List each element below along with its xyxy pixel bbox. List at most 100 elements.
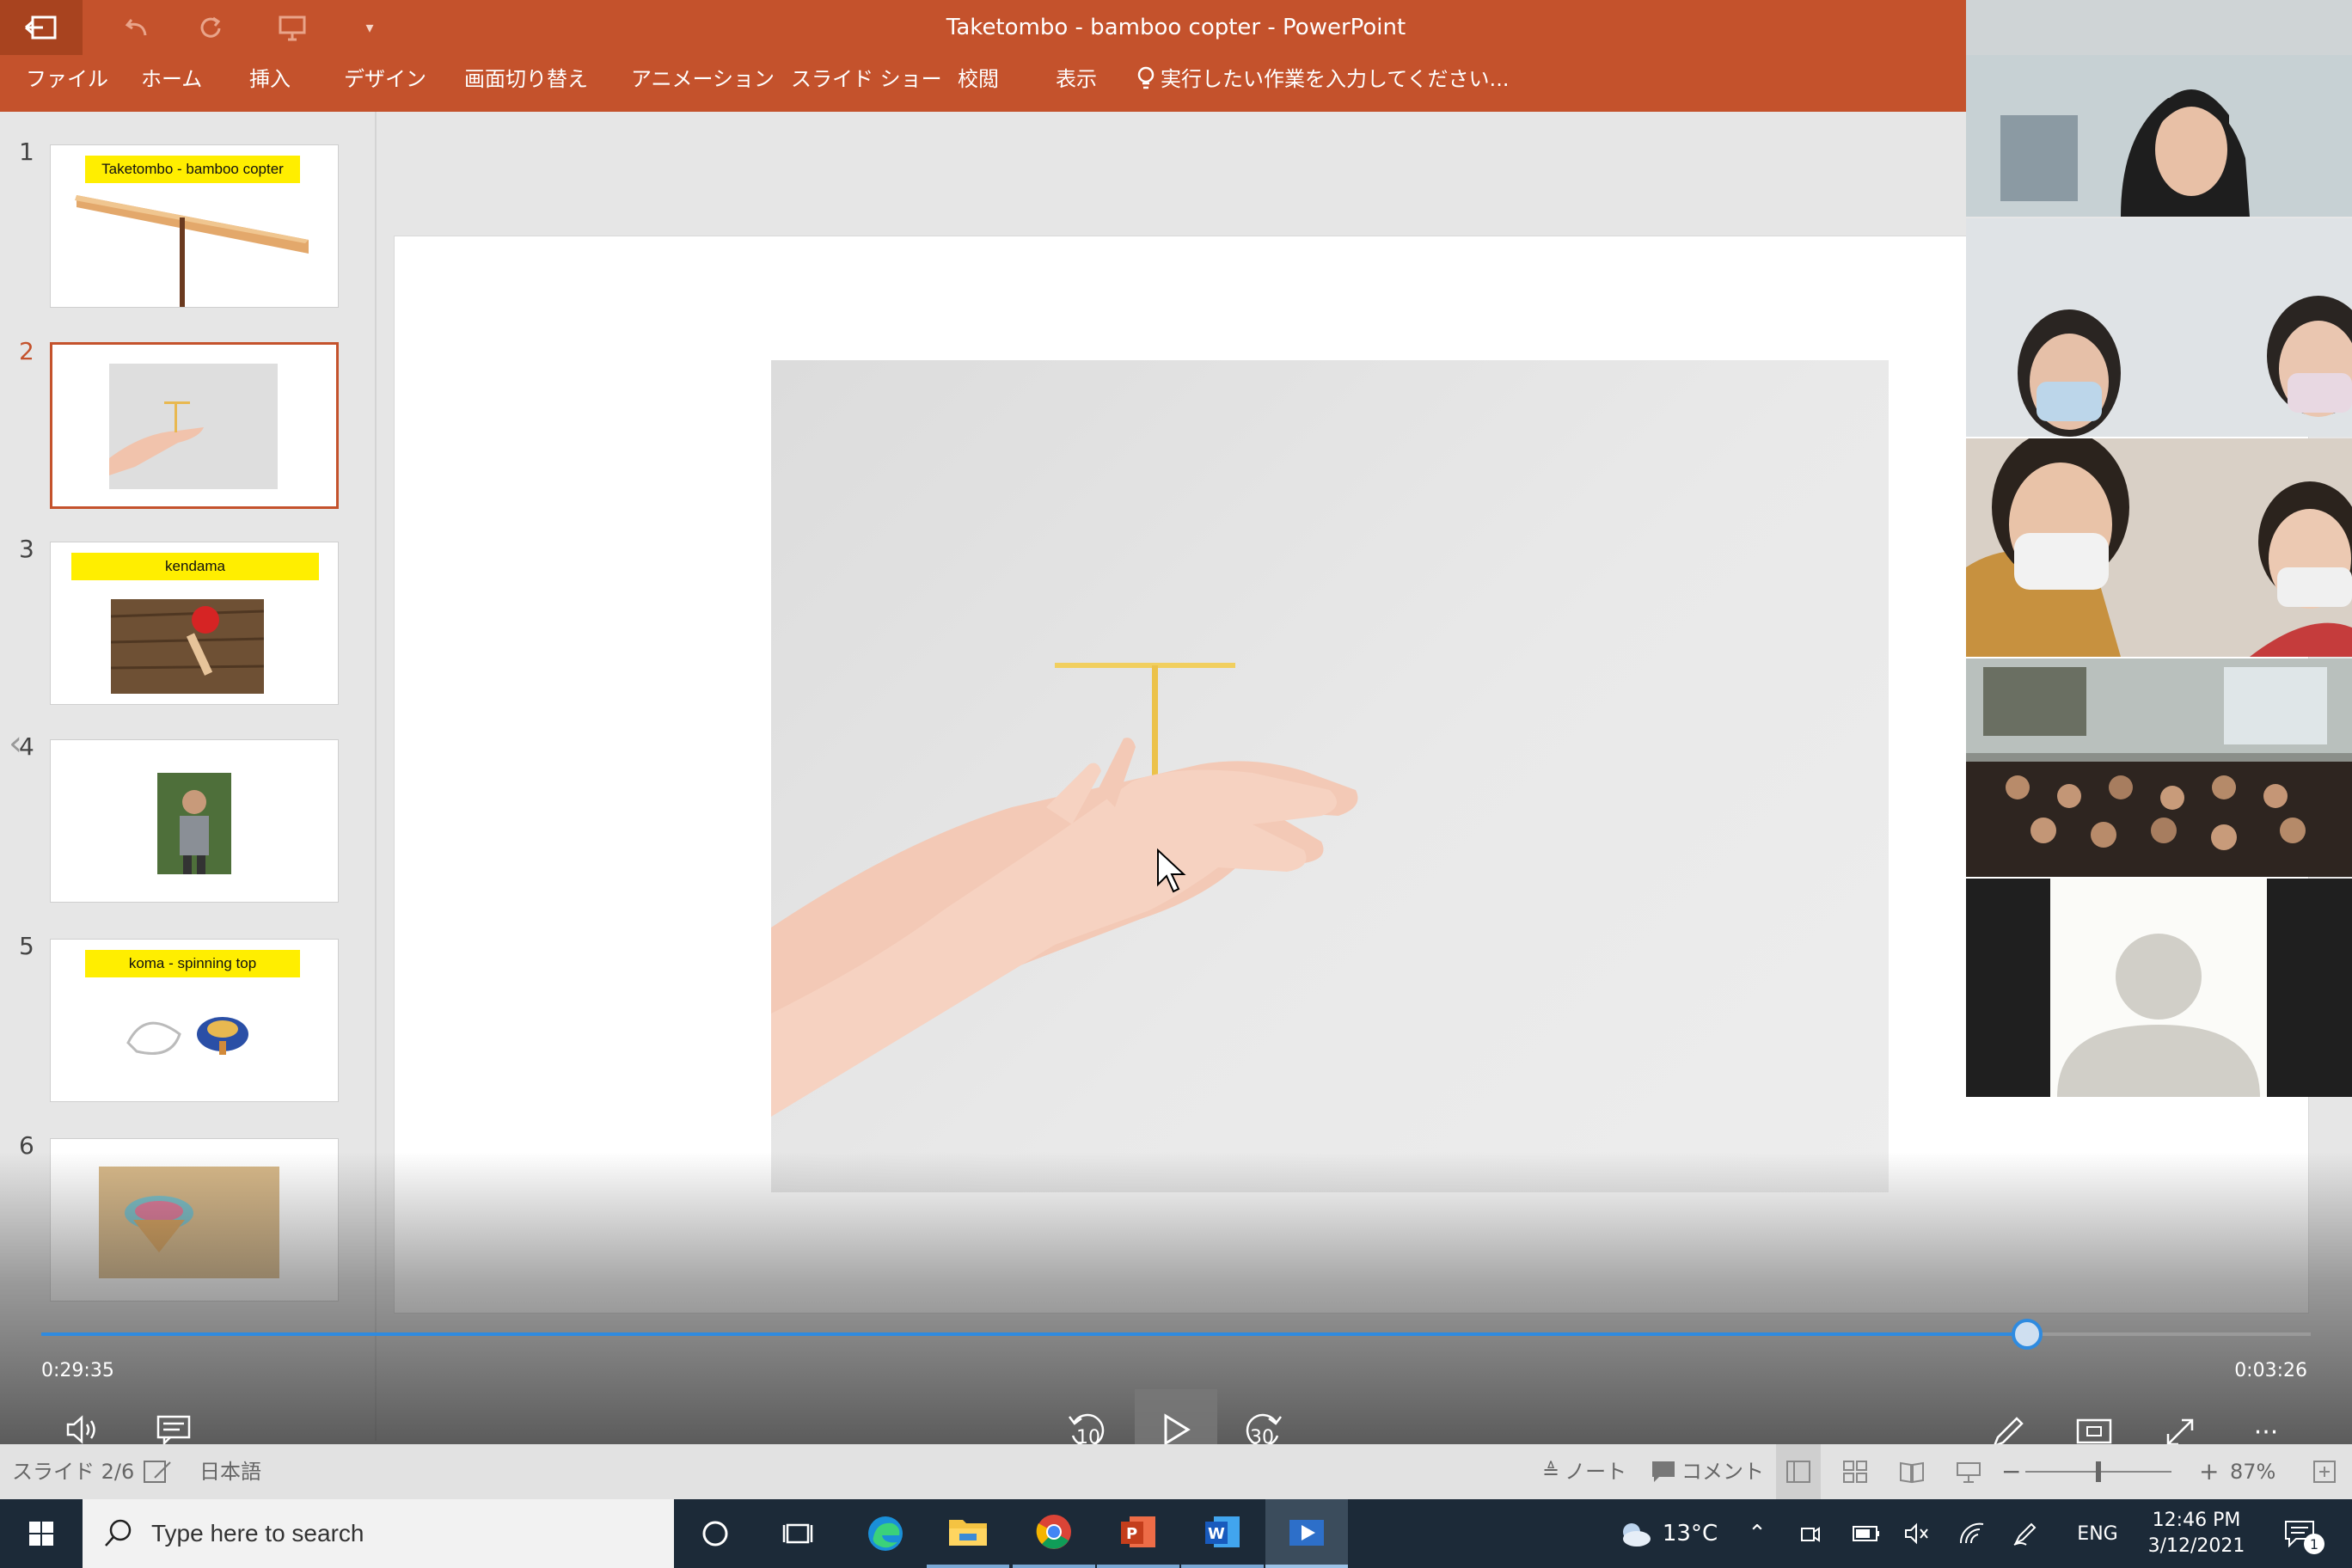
spellcheck-icon[interactable] [143, 1444, 174, 1499]
kendama-image [110, 599, 265, 694]
meet-now-button[interactable] [1792, 1499, 1829, 1568]
tab-home[interactable]: ホーム [141, 55, 202, 112]
zoom-level[interactable]: 87% [2230, 1444, 2275, 1499]
child-graphic [180, 790, 209, 874]
chevron-down-icon: ▾ [365, 18, 374, 37]
word-icon: W [1205, 1516, 1240, 1547]
fit-window-icon [2313, 1461, 2336, 1483]
pen-workspace-button[interactable] [2006, 1499, 2044, 1568]
tab-slideshow[interactable]: スライド ショー [791, 55, 942, 112]
tab-transitions[interactable]: 画面切り替え [464, 55, 588, 112]
clock[interactable]: 12:46 PM 3/12/2021 [2141, 1499, 2252, 1568]
camera-icon [1801, 1527, 1820, 1542]
tell-me-box[interactable]: 実行したい作業を入力してください... [1136, 55, 1509, 112]
chevron-up-icon: ⌃ [1748, 1521, 1767, 1547]
volume-indicator[interactable] [1898, 1499, 1936, 1568]
start-slideshow-button[interactable] [266, 0, 318, 55]
slideshow-view-button[interactable] [1946, 1444, 1991, 1499]
weather-widget[interactable]: 13°C [1602, 1499, 1731, 1568]
zoom-slider[interactable] [2025, 1444, 2171, 1499]
seek-bar-thumb[interactable] [2012, 1319, 2043, 1350]
back-arrow-icon [25, 15, 57, 40]
windows-logo-icon [29, 1522, 53, 1546]
slide-thumb-1[interactable]: Taketombo - bamboo copter [50, 144, 339, 308]
presenter-icon [1957, 1462, 1981, 1483]
slide-thumb-4[interactable] [50, 739, 339, 903]
zoom-out-button[interactable]: − [2001, 1444, 2021, 1499]
chrome-app[interactable] [1013, 1499, 1095, 1568]
taskbar: Type here to search P W 13°C ⌃ ENG 12:46… [0, 1499, 2352, 1568]
tab-insert[interactable]: 挿入 [249, 55, 291, 112]
participant-tile-5[interactable] [1966, 879, 2352, 1097]
network-indicator[interactable] [1953, 1499, 1991, 1568]
fit-slide-button[interactable] [2307, 1444, 2342, 1499]
video-thumbnail [109, 364, 278, 489]
zoom-in-button[interactable]: + [2199, 1444, 2219, 1499]
participant-tile-2[interactable] [1966, 218, 2352, 437]
tab-animations[interactable]: アニメーション [631, 55, 775, 112]
thumb-number: 3 [19, 535, 34, 563]
seek-bar[interactable] [41, 1332, 2311, 1336]
reading-view-button[interactable] [1890, 1444, 1934, 1499]
slide-thumb-2[interactable] [50, 342, 339, 509]
notes-label: ノート [1565, 1460, 1627, 1484]
mute-icon [1905, 1522, 1928, 1545]
notification-center-button[interactable]: 1 [2269, 1499, 2330, 1568]
tab-file[interactable]: ファイル [26, 55, 108, 112]
clock-time: 12:46 PM [2152, 1510, 2241, 1531]
notes-button[interactable]: ≜ ノート [1542, 1444, 1626, 1499]
seek-bar-fill [41, 1332, 2027, 1336]
comment-icon [1652, 1461, 1675, 1482]
back-button[interactable] [0, 0, 83, 55]
tell-me-text: 実行したい作業を入力してください... [1161, 67, 1510, 91]
tab-view[interactable]: 表示 [1056, 55, 1097, 112]
normal-view-button[interactable] [1776, 1444, 1821, 1499]
cloud-icon [1622, 1523, 1651, 1547]
search-icon [105, 1519, 132, 1547]
participant-tile-1[interactable] [1966, 55, 2352, 217]
tab-review[interactable]: 校閲 [958, 55, 999, 112]
video-app[interactable] [1265, 1499, 1348, 1568]
remaining-time: 0:03:26 [2234, 1360, 2307, 1381]
start-button[interactable] [0, 1499, 83, 1568]
chrome-icon [1036, 1515, 1071, 1549]
folder-icon [949, 1520, 987, 1546]
cortana-button[interactable] [674, 1499, 756, 1568]
powerpoint-app[interactable]: P [1097, 1499, 1179, 1568]
zoom-thumb[interactable] [2096, 1461, 2101, 1482]
undo-button[interactable] [112, 0, 163, 55]
show-hidden-icons[interactable]: ⌃ [1738, 1499, 1776, 1568]
cortana-circle-icon [702, 1521, 728, 1547]
tab-design[interactable]: デザイン [344, 55, 426, 112]
svg-text:W: W [1208, 1525, 1225, 1543]
powerpoint-icon: P [1121, 1516, 1155, 1547]
redo-button[interactable] [185, 0, 236, 55]
language-indicator[interactable]: 日本語 [199, 1444, 261, 1499]
child-photo [157, 773, 231, 874]
participant-tile-4[interactable] [1966, 658, 2352, 877]
ellipsis-icon: ··· [2253, 1417, 2279, 1448]
input-language[interactable]: ENG [2061, 1499, 2134, 1568]
speaker-icon [66, 1415, 95, 1444]
file-explorer-app[interactable] [927, 1499, 1009, 1568]
video-player[interactable] [771, 360, 1889, 1192]
redo-icon [200, 16, 221, 38]
word-app[interactable]: W [1181, 1499, 1264, 1568]
edge-app[interactable] [844, 1499, 927, 1568]
search-placeholder: Type here to search [151, 1520, 364, 1547]
sorter-view-button[interactable] [1833, 1444, 1877, 1499]
battery-indicator[interactable] [1845, 1499, 1888, 1568]
customize-qat-button[interactable]: ▾ [348, 0, 391, 55]
thumb-number: 2 [19, 337, 34, 365]
task-view-button[interactable] [756, 1499, 839, 1568]
lightbulb-icon [1137, 66, 1155, 89]
slide-thumb-3[interactable]: kendama [50, 542, 339, 705]
wifi-icon [1959, 1522, 1984, 1544]
slide-thumb-5[interactable]: koma - spinning top [50, 939, 339, 1102]
bamboo-copter-image [75, 195, 309, 307]
participant-tile-3[interactable] [1966, 438, 2352, 657]
taskbar-search[interactable]: Type here to search [83, 1499, 674, 1568]
collapse-pane-icon[interactable]: ‹ [9, 724, 22, 763]
battery-icon [1853, 1526, 1879, 1541]
comments-button[interactable]: コメント [1651, 1444, 1764, 1499]
